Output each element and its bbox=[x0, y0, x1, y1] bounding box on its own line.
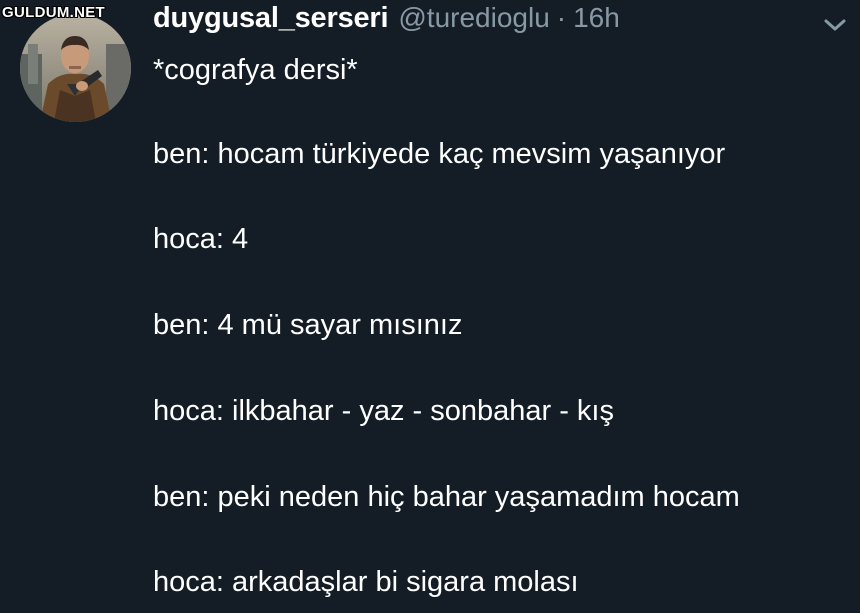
avatar-image bbox=[20, 14, 131, 122]
tweet-line: hoca: arkadaşlar bi sigara molası bbox=[153, 566, 579, 598]
tweet-timestamp[interactable]: 16h bbox=[573, 2, 620, 34]
tweet-header: duygusal_serseri @turedioglu · 16h bbox=[153, 2, 620, 42]
tweet-line: *cografya dersi* bbox=[153, 54, 358, 86]
tweet-line: hoca: 4 bbox=[153, 223, 249, 255]
display-name[interactable]: duygusal_serseri bbox=[153, 2, 389, 35]
watermark-logo: GULDUM.NET bbox=[2, 4, 105, 21]
tweet-line: hoca: ilkbahar - yaz - sonbahar - kış bbox=[153, 395, 614, 427]
tweet-line: ben: peki neden hiç bahar yaşamadım hoca… bbox=[153, 481, 740, 513]
tweet-line: ben: hocam türkiyede kaç mevsim yaşanıyo… bbox=[153, 138, 726, 170]
user-avatar[interactable] bbox=[20, 14, 131, 122]
tweet-line: ben: 4 mü sayar mısınız bbox=[153, 309, 463, 341]
user-handle[interactable]: @turedioglu bbox=[398, 2, 549, 34]
chevron-down-icon[interactable] bbox=[822, 16, 848, 34]
separator-dot: · bbox=[556, 2, 567, 33]
